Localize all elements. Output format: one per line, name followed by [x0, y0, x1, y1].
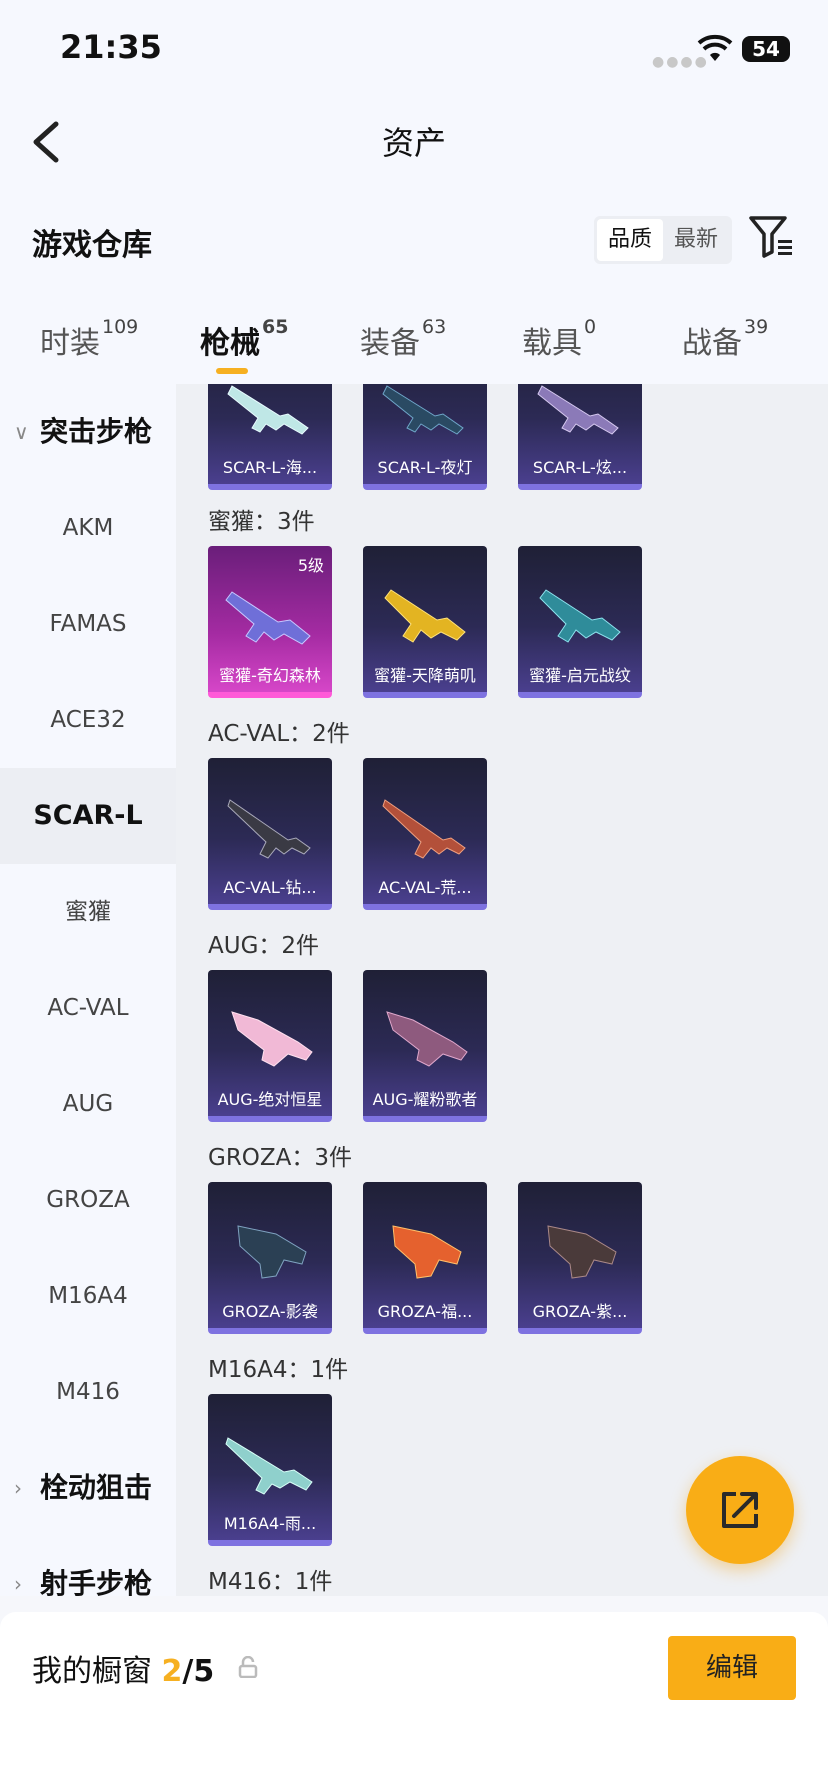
sidebar-item-m16a4[interactable]: M16A4 — [0, 1248, 176, 1344]
tab-equipment[interactable]: 装备 63 — [360, 316, 446, 362]
sidebar-item-m416[interactable]: M416 — [0, 1344, 176, 1440]
weapon-card[interactable]: SCAR-L-夜灯 — [363, 384, 487, 490]
edit-button[interactable]: 编辑 — [668, 1636, 796, 1700]
tab-vehicles[interactable]: 载具 0 — [522, 316, 596, 362]
sort-newest[interactable]: 最新 — [663, 219, 729, 261]
group-label: 蜜獾：3件 — [208, 509, 315, 535]
sidebar-item-akm[interactable]: AKM — [0, 480, 176, 576]
share-icon — [722, 1492, 758, 1528]
category-tabs: 时装 109 枪械 65 装备 63 载具 0 战备 39 — [0, 280, 828, 384]
tab-fashion[interactable]: 时装 109 — [40, 316, 138, 362]
weapon-card[interactable]: 蜜獾-天降萌叽 — [363, 546, 487, 698]
sidebar-item-ace32[interactable]: ACE32 — [0, 672, 176, 768]
showcase-footer: 我的橱窗 2/5 编辑 — [0, 1612, 828, 1792]
share-button[interactable] — [686, 1456, 794, 1564]
tab-firearms[interactable]: 枪械 65 — [200, 316, 288, 362]
tab-active-indicator — [216, 368, 248, 374]
lock-icon — [238, 1656, 258, 1678]
sidebar-item-ac-val[interactable]: AC-VAL — [0, 960, 176, 1056]
rifle-icon — [539, 589, 621, 643]
rifle-icon — [382, 799, 466, 859]
weapon-card[interactable]: 5级 蜜獾-奇幻森林 — [208, 546, 332, 698]
sidebar-group-marksman-rifles[interactable]: › 射手步枪 — [0, 1536, 176, 1596]
status-time: 21:35 — [60, 28, 162, 66]
group-label: GROZA：3件 — [208, 1145, 353, 1171]
sort-quality[interactable]: 品质 — [597, 219, 663, 261]
weapon-card[interactable]: SCAR-L-海... — [208, 384, 332, 490]
weapon-grid: SCAR-L-海... SCAR-L-夜灯 SCAR-L-炫... 蜜獾：3件 … — [176, 384, 828, 1596]
status-bar: 21:35 ●●●● 54 — [0, 0, 828, 100]
group-label: AUG：2件 — [208, 933, 320, 959]
weapon-card[interactable]: AC-VAL-钻... — [208, 758, 332, 910]
header: 资产 游戏仓库 品质 最新 — [0, 100, 828, 280]
rifle-icon — [386, 1011, 468, 1067]
group-label: M416：1件 — [208, 1569, 333, 1595]
sidebar-group-bolt-snipers[interactable]: › 栓动狙击 — [0, 1440, 176, 1536]
weapon-card[interactable]: GROZA-紫... — [518, 1182, 642, 1334]
wifi-icon — [697, 34, 733, 61]
group-label: M16A4：1件 — [208, 1357, 349, 1383]
sort-toggle: 品质 最新 — [594, 216, 732, 264]
weapon-card[interactable]: GROZA-影袭 — [208, 1182, 332, 1334]
weapon-card[interactable]: AUG-耀粉歌者 — [363, 970, 487, 1122]
rifle-icon — [225, 591, 311, 645]
sidebar-item-aug[interactable]: AUG — [0, 1056, 176, 1152]
weapon-card[interactable]: AC-VAL-荒... — [363, 758, 487, 910]
section-title: 游戏仓库 — [32, 228, 152, 263]
battery-icon: 54 — [742, 36, 790, 62]
rifle-icon — [231, 1011, 313, 1067]
group-label: AC-VAL：2件 — [208, 721, 350, 747]
sidebar-item-famas[interactable]: FAMAS — [0, 576, 176, 672]
weapon-card[interactable]: AUG-绝对恒星 — [208, 970, 332, 1122]
rifle-icon — [384, 589, 466, 643]
rifle-icon — [392, 1225, 462, 1279]
rifle-icon — [237, 1225, 307, 1279]
sidebar-group-assault-rifles[interactable]: ∨ 突击步枪 — [0, 384, 176, 480]
sidebar-item-honey-badger[interactable]: 蜜獾 — [0, 864, 176, 960]
tab-supplies[interactable]: 战备 39 — [682, 316, 768, 362]
rifle-icon — [537, 385, 619, 435]
chevron-right-icon: › — [14, 1476, 22, 1500]
sidebar-item-scar-l[interactable]: SCAR-L — [0, 768, 176, 864]
weapon-card[interactable]: SCAR-L-炫... — [518, 384, 642, 490]
weapon-card[interactable]: GROZA-福... — [363, 1182, 487, 1334]
filter-icon[interactable] — [748, 214, 794, 258]
weapon-sidebar: ∨ 突击步枪 AKM FAMAS ACE32 SCAR-L 蜜獾 AC-VAL … — [0, 384, 176, 1596]
rifle-icon — [382, 385, 464, 435]
sidebar-item-groza[interactable]: GROZA — [0, 1152, 176, 1248]
chevron-down-icon: ∨ — [14, 420, 29, 444]
rifle-icon — [227, 385, 309, 435]
page-title: 资产 — [381, 124, 446, 162]
weapon-card[interactable]: 蜜獾-启元战纹 — [518, 546, 642, 698]
rifle-icon — [547, 1225, 617, 1279]
rifle-icon — [225, 1437, 313, 1495]
showcase-label: 我的橱窗 2/5 — [32, 1654, 215, 1689]
weapon-card[interactable]: M16A4-雨... — [208, 1394, 332, 1546]
chevron-right-icon: › — [14, 1572, 22, 1596]
rifle-icon — [227, 799, 311, 859]
